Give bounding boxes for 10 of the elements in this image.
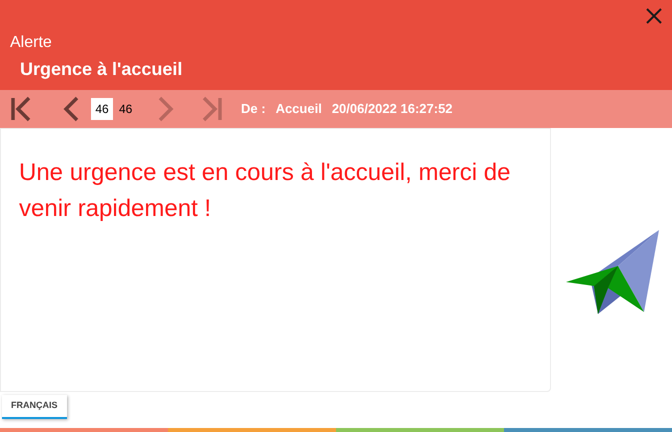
page-field[interactable]: 46 bbox=[91, 98, 113, 120]
language-tab[interactable]: FRANÇAIS bbox=[2, 395, 66, 419]
close-button[interactable] bbox=[644, 6, 664, 26]
message-text: Une urgence est en cours à l'accueil, merci de venir rapidement ! bbox=[19, 158, 512, 224]
sender-label: De : bbox=[241, 100, 266, 118]
sent-datetime: 20/06/2022 16:27:52 bbox=[332, 100, 453, 118]
alert-title: Urgence à l'accueil bbox=[20, 58, 184, 80]
sender-name: Accueil bbox=[276, 100, 322, 118]
page-total: 46 bbox=[119, 101, 134, 118]
caption: Alerte bbox=[10, 34, 53, 52]
